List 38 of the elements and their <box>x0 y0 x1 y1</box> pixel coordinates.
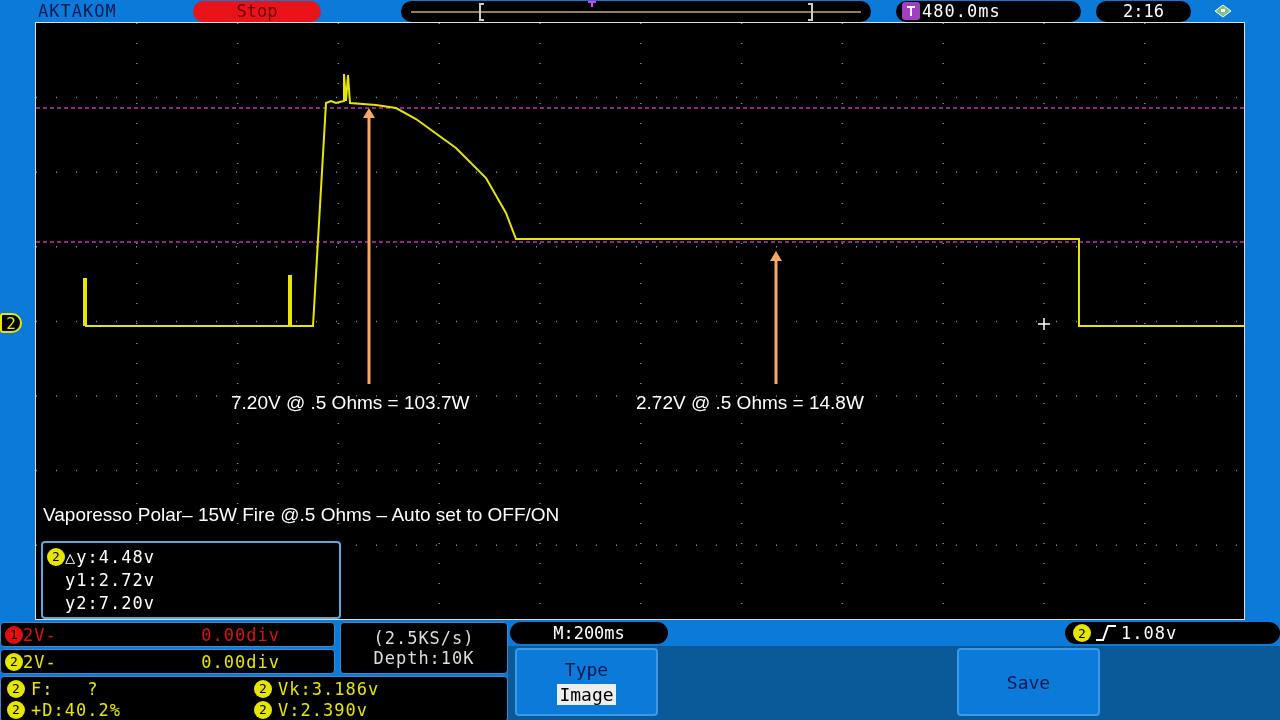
channel-badge: 1 <box>5 625 23 644</box>
cursor-reading: △y:4.48v <box>65 546 155 567</box>
annotation-text: 2.72V @ .5 Ohms = 14.8W <box>636 392 864 414</box>
channel-settings-panel[interactable]: 2 2V- 0.00div <box>0 649 335 674</box>
channel-settings-panel[interactable]: 1 2V- 0.00div <box>0 622 335 647</box>
channel-badge: 2 <box>47 547 65 566</box>
memory-depth-readout: Depth:10K <box>373 648 475 668</box>
channel-badge: 2 <box>254 700 272 719</box>
save-button[interactable]: Save <box>957 648 1100 716</box>
caption-text: Vaporesso Polar– 15W Fire @.5 Ohms – Auto set to OFF/ON <box>43 504 560 526</box>
annotation-text: 7.20V @ .5 Ohms = 103.7W <box>231 392 470 414</box>
channel-badge: 2 <box>5 652 23 671</box>
channel-badge: 2 <box>7 679 25 698</box>
measurement-reading: Vk:3.186v <box>278 678 380 699</box>
channel-scale: 2V- <box>23 624 57 645</box>
rising-edge-icon <box>1095 624 1117 642</box>
trigger-time-readout: 480.0ms <box>922 1 1001 21</box>
brand-label: AKTAKOM <box>38 1 118 21</box>
channel-scale: 2V- <box>23 651 57 672</box>
measurement-reading: F: ? <box>31 678 99 699</box>
usb-device-icon <box>1213 3 1233 19</box>
measurement-reading: V:2.390v <box>278 699 368 720</box>
sample-rate-readout: (2.5KS/s) <box>373 628 475 648</box>
channel-offset: 0.00div <box>201 624 280 645</box>
type-menu-button[interactable]: Type Image <box>515 648 658 716</box>
cursor-reading: y2:7.20v <box>65 593 155 614</box>
channel-badge: 2 <box>1073 624 1091 642</box>
channel-badge: 2 <box>7 700 25 719</box>
channel-badge: 2 <box>254 679 272 698</box>
trigger-level-readout: 1.08v <box>1121 623 1178 643</box>
crosshair-icon <box>1037 317 1051 331</box>
clock-readout: 2:16 <box>1096 0 1191 22</box>
channel-offset: 0.00div <box>201 651 280 672</box>
channel-offset-marker[interactable]: 2 <box>0 313 22 333</box>
trigger-time-icon <box>902 2 920 20</box>
cursor-reading: y1:2.72v <box>65 570 155 590</box>
measurement-reading: +D:40.2% <box>31 699 121 720</box>
timebase-readout: M:200ms <box>510 622 668 644</box>
